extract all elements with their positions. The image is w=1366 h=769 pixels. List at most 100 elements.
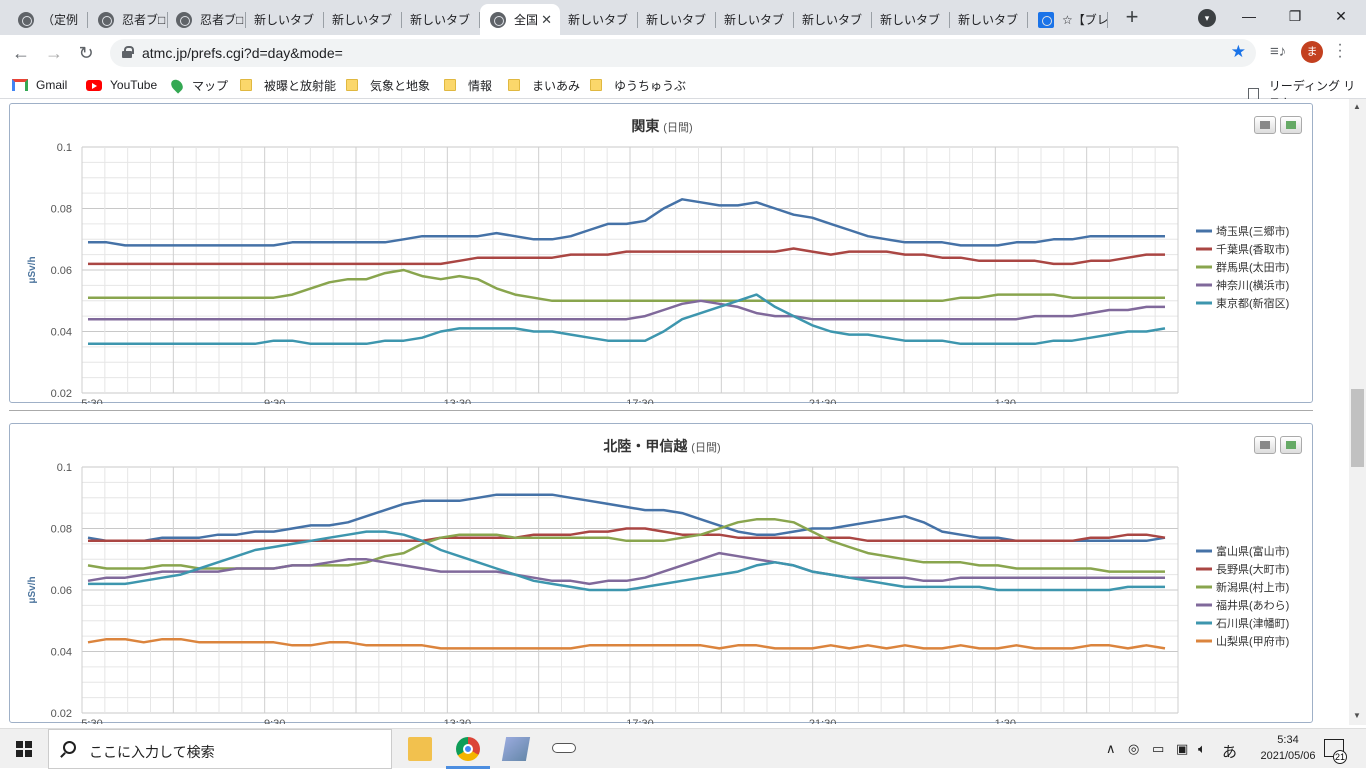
bookmark-item[interactable]: Gmail bbox=[12, 77, 67, 93]
notification-center-icon[interactable]: 21 bbox=[1324, 739, 1347, 764]
new-tab-button[interactable]: + bbox=[1120, 6, 1144, 30]
tab[interactable]: 新しいタブ bbox=[636, 4, 716, 35]
scroll-up-arrow[interactable]: ▲ bbox=[1353, 102, 1361, 111]
folder-icon bbox=[590, 79, 602, 91]
tab-label: 忍者ブ□ bbox=[200, 13, 244, 27]
tab[interactable]: 新しいタブ bbox=[558, 4, 638, 35]
taskbar-search[interactable]: ここに入力して検索 bbox=[48, 729, 392, 769]
maximize-button[interactable]: ❐ bbox=[1272, 0, 1318, 32]
y-tick-label: 0.06 bbox=[51, 265, 72, 277]
folder-icon bbox=[346, 79, 358, 91]
bookmark-label: 気象と地象 bbox=[370, 78, 431, 93]
tab-label: 新しいタブ bbox=[646, 13, 707, 27]
file-explorer-icon[interactable] bbox=[408, 737, 432, 761]
tab[interactable]: 全国 ✕ bbox=[480, 4, 560, 35]
bookmarks-bar: リーディング リスト GmailYouTubeマップ被曝と放射能気象と地象情報ま… bbox=[0, 71, 1366, 110]
divider bbox=[9, 410, 1313, 411]
tab[interactable]: 新しいタブ bbox=[948, 4, 1028, 35]
forward-button[interactable]: → bbox=[42, 41, 66, 65]
chrome-icon[interactable] bbox=[456, 737, 480, 761]
x-tick-label: 13:30 bbox=[444, 398, 472, 404]
y-tick-label: 0.1 bbox=[57, 462, 72, 474]
globe-icon bbox=[98, 11, 114, 28]
bookmark-item[interactable]: YouTube bbox=[86, 77, 157, 93]
meet-icon[interactable]: ◎ bbox=[1128, 741, 1139, 757]
y-tick-label: 0.1 bbox=[57, 142, 72, 154]
tab[interactable]: （定例 bbox=[8, 4, 88, 35]
volume-icon[interactable]: 🔈︎ bbox=[1198, 741, 1206, 757]
app-icon[interactable] bbox=[552, 743, 576, 753]
legend-item: 石川県(津幡町) bbox=[1216, 616, 1289, 630]
tab-label: 新しいタブ bbox=[724, 13, 785, 27]
scrollbar[interactable]: ▲ ▼ bbox=[1349, 99, 1366, 725]
ime-indicator[interactable]: あ bbox=[1222, 741, 1237, 762]
tab-label: （定例 bbox=[42, 13, 79, 27]
network-icon[interactable]: ▣ bbox=[1176, 741, 1188, 757]
tab-label: 新しいタブ bbox=[332, 13, 393, 27]
address-bar[interactable]: atmc.jp/prefs.cgi?d=day&mode= ★ bbox=[110, 39, 1256, 67]
bookmark-item[interactable]: マップ bbox=[168, 76, 229, 94]
tab-search-icon[interactable]: ▾ bbox=[1198, 9, 1216, 27]
clock-date: 2021/05/06 bbox=[1260, 750, 1316, 762]
legend-item: 新潟県(村上市) bbox=[1216, 580, 1289, 594]
tab[interactable]: 忍者ブ□ bbox=[88, 4, 168, 35]
kanto-chart: 0.1 0.08 0.06 0.04 0.02 5:30 9:30 13:30 17:30 21:… bbox=[27, 142, 1289, 404]
x-tick-label: 5:30 bbox=[81, 718, 102, 724]
close-window-button[interactable]: ✕ bbox=[1318, 0, 1364, 32]
bookmark-item[interactable]: まいあみ bbox=[508, 77, 580, 93]
tab-label: ☆【ブレ bbox=[1062, 13, 1108, 27]
search-icon bbox=[63, 741, 76, 754]
folder-icon bbox=[508, 79, 520, 91]
lock-icon[interactable] bbox=[122, 46, 134, 58]
scrollbar-thumb[interactable] bbox=[1351, 389, 1364, 467]
avatar[interactable]: ま bbox=[1301, 41, 1323, 63]
back-button[interactable]: ← bbox=[9, 41, 33, 65]
legend-item: 長野県(大町市) bbox=[1216, 562, 1289, 576]
page-content: 関東 (日間) 0.1 0.08 0.06 0.04 0.02 5:30 9:30 13:30… bbox=[0, 99, 1349, 725]
tab[interactable]: 新しいタブ bbox=[792, 4, 872, 35]
battery-icon[interactable]: ▭ bbox=[1152, 741, 1164, 757]
taskbar: ここに入力して検索 ∧ ◎ ▭ ▣ 🔈︎ あ 5:34 2021/05/06 2… bbox=[0, 728, 1366, 769]
y-tick-label: 0.02 bbox=[51, 388, 72, 400]
reload-button[interactable]: ↻ bbox=[74, 41, 98, 65]
close-tab-icon[interactable]: ✕ bbox=[541, 12, 552, 28]
hokuriku-chart: 0.1 0.08 0.06 0.04 0.02 5:30 9:30 13:30 17:30 21:… bbox=[27, 462, 1289, 724]
x-tick-label: 1:30 bbox=[995, 718, 1016, 724]
media-control-icon[interactable]: ≡♪ bbox=[1270, 43, 1286, 60]
x-tick-label: 9:30 bbox=[264, 398, 285, 404]
scroll-down-arrow[interactable]: ▼ bbox=[1353, 711, 1361, 720]
tab-strip: + ▾ — ❐ ✕ （定例 忍者ブ□ 忍者ブ□ 新しいタブ 新しいタブ 新しいタブ 全国 ✕ 新… bbox=[0, 0, 1366, 35]
clock[interactable]: 5:34 2021/05/06 bbox=[1256, 732, 1320, 764]
tab[interactable]: 新しいタブ bbox=[870, 4, 950, 35]
legend-item: 富山県(富山市) bbox=[1216, 544, 1289, 558]
tray-expand-icon[interactable]: ∧ bbox=[1106, 741, 1116, 757]
tab[interactable]: 新しいタブ bbox=[400, 4, 480, 35]
windows-start-icon[interactable] bbox=[16, 741, 32, 757]
tab-label: 忍者ブ□ bbox=[122, 13, 166, 27]
bookmark-item[interactable]: 被曝と放射能 bbox=[240, 77, 336, 93]
bookmark-star-icon[interactable]: ★ bbox=[1231, 42, 1246, 62]
more-menu-icon[interactable]: · · · bbox=[1335, 37, 1345, 65]
bookmark-label: マップ bbox=[192, 78, 229, 93]
folder-icon bbox=[444, 79, 456, 91]
minimize-button[interactable]: — bbox=[1226, 0, 1272, 32]
youtube-icon bbox=[86, 79, 102, 91]
url-text[interactable]: atmc.jp/prefs.cgi?d=day&mode= bbox=[142, 45, 343, 61]
bookmark-item[interactable]: 情報 bbox=[444, 77, 492, 93]
tab[interactable]: 新しいタブ bbox=[322, 4, 402, 35]
tab[interactable]: 忍者ブ□ bbox=[166, 4, 246, 35]
tab[interactable]: 新しいタブ bbox=[714, 4, 794, 35]
tab-label: 全国 bbox=[514, 13, 539, 27]
x-tick-label: 17:30 bbox=[626, 398, 654, 404]
bookmark-label: ゆうちゅうぶ bbox=[614, 78, 687, 93]
bookmark-item[interactable]: 気象と地象 bbox=[346, 77, 430, 93]
x-tick-label: 17:30 bbox=[626, 718, 654, 724]
notepad-icon[interactable] bbox=[501, 737, 531, 761]
tab[interactable]: ☆【ブレ bbox=[1028, 4, 1108, 35]
notification-count: 21 bbox=[1333, 750, 1347, 764]
clock-time: 5:34 bbox=[1277, 734, 1299, 746]
bookmark-item[interactable]: ゆうちゅうぶ bbox=[590, 77, 686, 93]
legend-item: 東京都(新宿区) bbox=[1216, 296, 1289, 310]
tab[interactable]: 新しいタブ bbox=[244, 4, 324, 35]
legend-item: 群馬県(太田市) bbox=[1216, 260, 1289, 274]
